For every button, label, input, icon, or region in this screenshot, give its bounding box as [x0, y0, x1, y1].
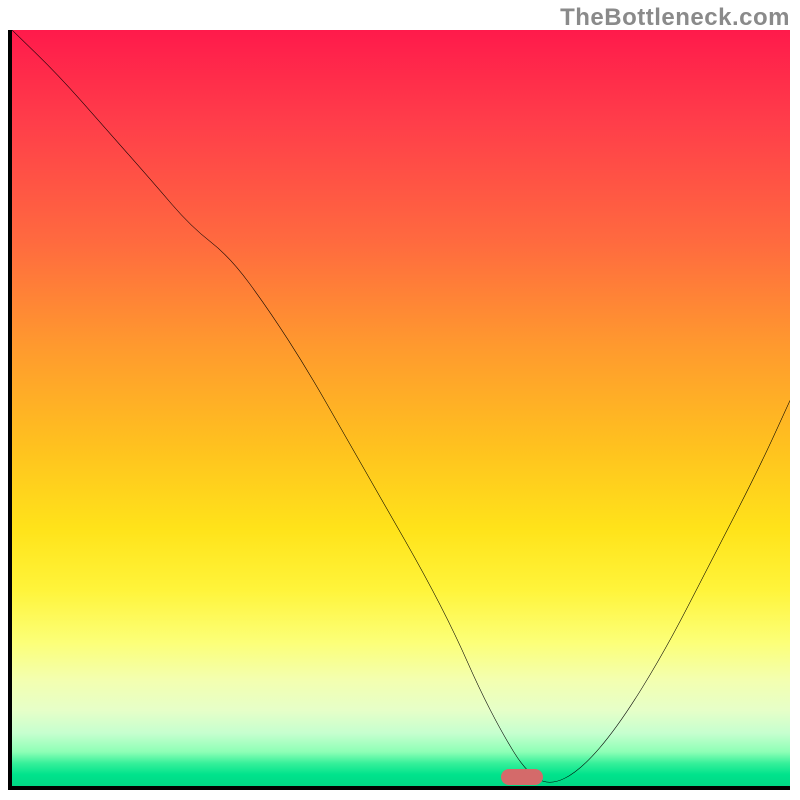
- curve-path: [12, 30, 790, 782]
- watermark-text: TheBottleneck.com: [560, 4, 790, 32]
- bottleneck-curve: [12, 30, 790, 786]
- bottleneck-marker: [501, 769, 543, 785]
- plot-area: [8, 30, 790, 790]
- chart-frame: TheBottleneck.com: [0, 0, 800, 800]
